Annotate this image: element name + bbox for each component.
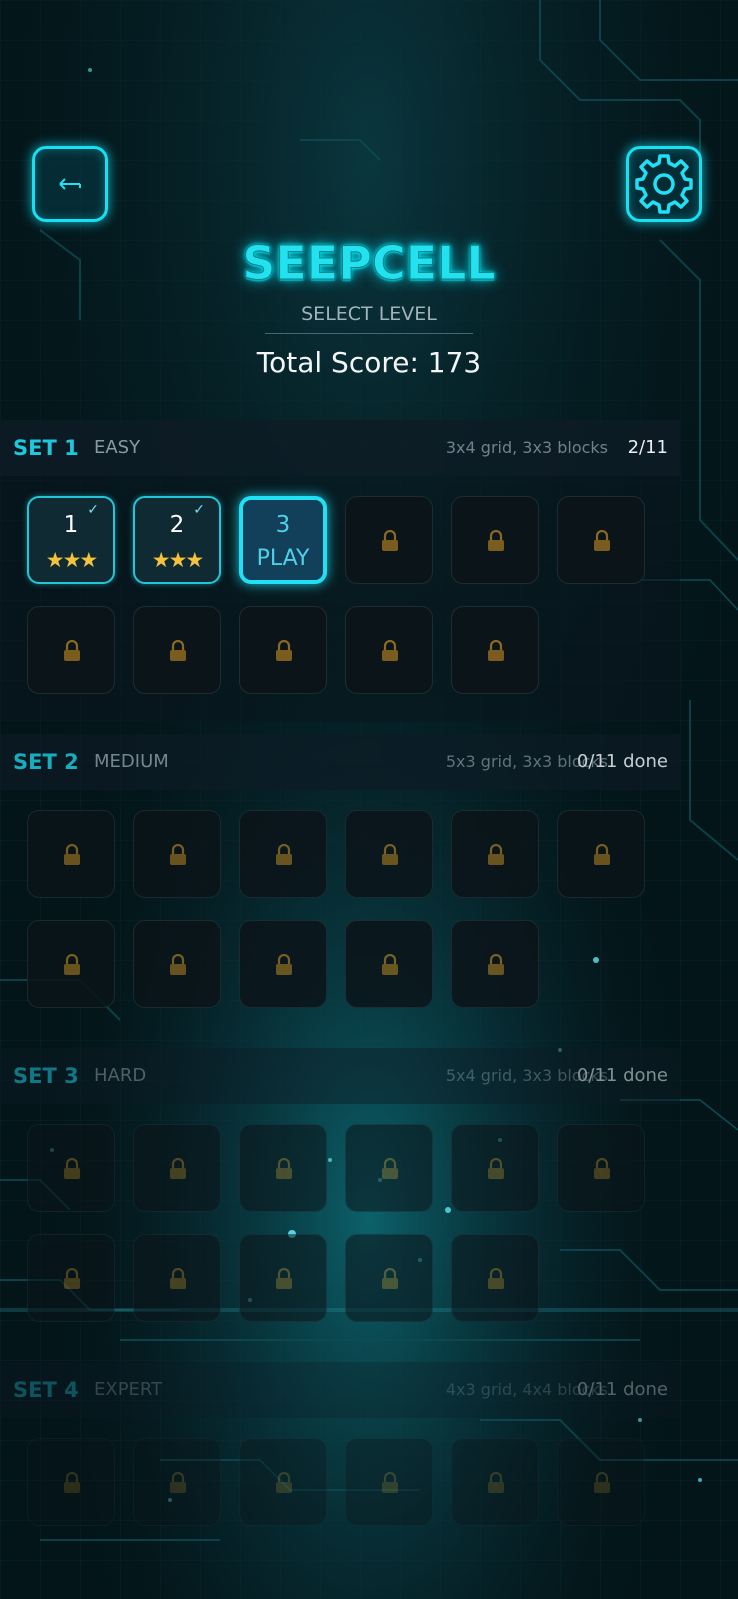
lock-icon: [273, 1471, 295, 1494]
level-tile: [27, 1438, 115, 1526]
lock-icon: [167, 1471, 189, 1494]
level-tile: [133, 1438, 221, 1526]
lock-icon: [485, 1471, 507, 1494]
set-name: SET 4: [13, 1378, 79, 1402]
lock-icon: [591, 1471, 613, 1494]
level-set-4: SET 4 EXPERT 4x3 grid, 4x4 blocks 0/11 done: [0, 0, 738, 1599]
lock-icon: [379, 1471, 401, 1494]
level-tile: [345, 1438, 433, 1526]
set-progress: 0/11 done: [576, 1379, 668, 1400]
lock-icon: [61, 1471, 83, 1494]
set-difficulty: EXPERT: [94, 1379, 163, 1400]
level-tile: [451, 1438, 539, 1526]
set-header: SET 4 EXPERT 4x3 grid, 4x4 blocks 0/11 done: [0, 1362, 680, 1418]
level-tile: [557, 1438, 645, 1526]
level-tile: [239, 1438, 327, 1526]
